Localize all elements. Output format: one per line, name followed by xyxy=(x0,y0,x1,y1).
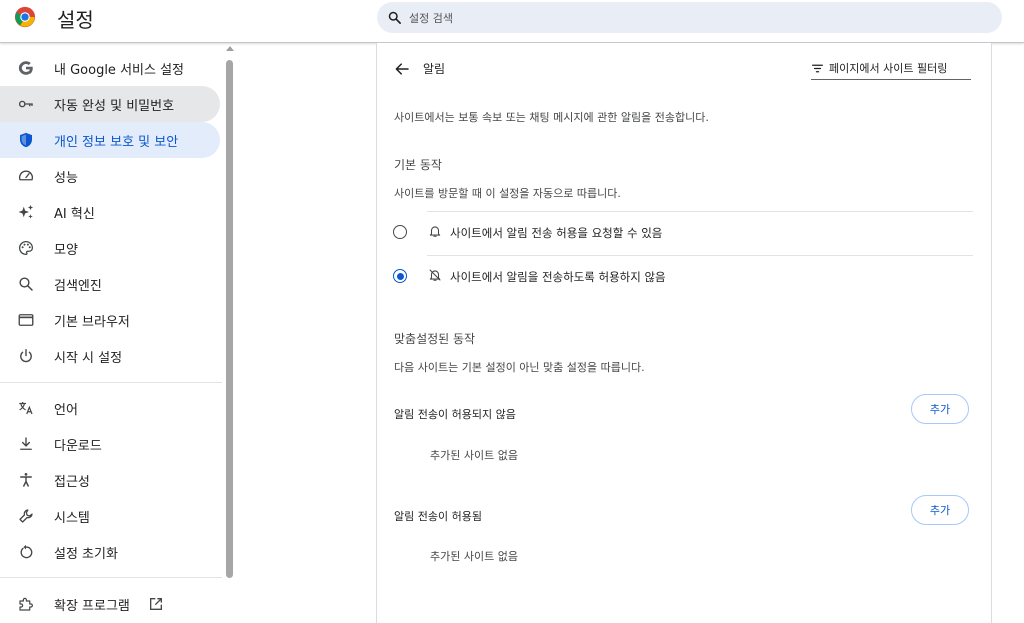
sidebar-item-label: 접근성 xyxy=(54,475,90,490)
sidebar-item-on-startup[interactable]: 시작 시 설정 xyxy=(0,338,220,374)
divider xyxy=(427,211,973,212)
browser-window-icon xyxy=(18,314,34,326)
sidebar-item-google-services[interactable]: 내 Google 서비스 설정 xyxy=(0,50,220,86)
app-title: 설정 xyxy=(57,8,94,32)
sidebar-item-reset-settings[interactable]: 설정 초기화 xyxy=(0,534,220,570)
sidebar-item-autofill-passwords[interactable]: 자동 완성 및 비밀번호 xyxy=(0,86,220,122)
radio-block[interactable]: 사이트에서 알림을 전송하도록 허용하지 않음 xyxy=(393,257,973,297)
sidebar-scroll-up-arrow[interactable] xyxy=(226,46,234,51)
notifications-settings-card: 알림 사이트에서는 보통 속보 또는 채팅 메시지에 관한 알림을 전송합니다.… xyxy=(376,43,992,623)
settings-search-box[interactable] xyxy=(377,2,1002,33)
power-icon xyxy=(20,348,32,363)
download-icon xyxy=(20,437,32,450)
sidebar-item-ai-innovations[interactable]: AI 혁신 xyxy=(0,194,220,230)
radio-button[interactable] xyxy=(393,269,407,283)
sidebar-item-appearance[interactable]: 모양 xyxy=(0,230,220,266)
sidebar-item-search-engine[interactable]: 검색엔진 xyxy=(0,266,220,302)
search-icon xyxy=(19,277,33,291)
radio-allow-ask[interactable]: 사이트에서 알림 전송 허용을 요청할 수 있음 xyxy=(393,213,973,253)
add-blocked-site-button[interactable]: 추가 xyxy=(911,394,969,424)
sidebar-item-label: 모양 xyxy=(54,243,78,258)
sidebar-item-label: AI 혁신 xyxy=(54,207,95,222)
sidebar-item-system[interactable]: 시스템 xyxy=(0,498,220,534)
site-filter-input[interactable] xyxy=(827,58,975,78)
sparkle-icon xyxy=(18,204,34,219)
sidebar-item-label: 확장 프로그램 xyxy=(54,599,130,614)
wrench-icon xyxy=(19,509,33,523)
sidebar-divider xyxy=(0,577,222,578)
speedometer-icon xyxy=(18,170,34,181)
radio-label: 사이트에서 알림 전송 허용을 요청할 수 있음 xyxy=(450,226,663,240)
sidebar-item-label: 검색엔진 xyxy=(54,279,102,294)
bell-off-icon xyxy=(429,269,441,281)
allowed-list-empty: 추가된 사이트 없음 xyxy=(430,550,518,563)
custom-behavior-description: 다음 사이트는 기본 설정이 아닌 맞춤 설정을 따릅니다. xyxy=(394,361,645,374)
sidebar-item-label: 설정 초기화 xyxy=(54,547,118,562)
sidebar-item-label: 개인 정보 보호 및 보안 xyxy=(54,135,179,150)
sidebar-item-label: 시스템 xyxy=(54,511,90,526)
sidebar-item-label: 내 Google 서비스 설정 xyxy=(54,63,184,78)
sidebar-scrollbar-thumb[interactable] xyxy=(226,60,233,578)
blocked-list-title: 알림 전송이 허용되지 않음 xyxy=(394,408,516,421)
settings-search-input[interactable] xyxy=(407,6,971,30)
sidebar-item-languages[interactable]: 언어 xyxy=(0,390,220,426)
filter-icon xyxy=(812,64,823,73)
open-in-new-icon xyxy=(150,598,162,610)
key-icon xyxy=(18,100,33,108)
top-bar: 설정 xyxy=(0,0,1024,43)
chrome-logo-icon xyxy=(14,6,36,28)
sidebar-item-label: 다운로드 xyxy=(54,439,102,454)
sidebar-item-label: 시작 시 설정 xyxy=(54,351,123,366)
page-title: 알림 xyxy=(423,62,446,76)
add-allowed-site-button[interactable]: 추가 xyxy=(911,495,969,525)
blocked-list-empty: 추가된 사이트 없음 xyxy=(430,449,518,462)
site-filter[interactable] xyxy=(811,57,975,80)
radio-label: 사이트에서 알림을 전송하도록 허용하지 않음 xyxy=(450,270,666,284)
divider xyxy=(427,255,973,256)
sidebar-item-performance[interactable]: 성능 xyxy=(0,158,220,194)
sidebar-item-default-browser[interactable]: 기본 브라우저 xyxy=(0,302,220,338)
custom-behavior-heading: 맞춤설정된 동작 xyxy=(394,332,476,346)
default-behavior-heading: 기본 동작 xyxy=(394,158,442,172)
default-behavior-description: 사이트를 방문할 때 이 설정을 자동으로 따릅니다. xyxy=(394,187,621,200)
sidebar-item-privacy-security[interactable]: 개인 정보 보호 및 보안 xyxy=(0,122,220,158)
sidebar-item-downloads[interactable]: 다운로드 xyxy=(0,426,220,462)
page-description: 사이트에서는 보통 속보 또는 채팅 메시지에 관한 알림을 전송합니다. xyxy=(394,111,709,124)
translate-icon xyxy=(19,402,33,415)
back-arrow-icon[interactable] xyxy=(393,60,411,78)
sidebar-divider xyxy=(0,382,222,383)
sidebar-nav: 내 Google 서비스 설정 자동 완성 및 비밀번호 개인 정보 보호 및 … xyxy=(0,43,236,617)
sidebar-item-label: 언어 xyxy=(54,403,78,418)
puzzle-icon xyxy=(19,597,33,611)
radio-button[interactable] xyxy=(393,225,407,239)
sidebar-item-label: 성능 xyxy=(54,171,78,186)
palette-icon xyxy=(18,240,34,256)
sidebar-item-accessibility[interactable]: 접근성 xyxy=(0,462,220,498)
bell-icon xyxy=(429,226,441,237)
accessibility-icon xyxy=(20,473,32,487)
google-g-icon xyxy=(18,61,33,75)
reset-icon xyxy=(20,544,33,559)
allowed-list-title: 알림 전송이 허용됨 xyxy=(394,510,482,523)
search-icon xyxy=(388,11,401,24)
shield-icon xyxy=(20,132,32,148)
sidebar-item-label: 기본 브라우저 xyxy=(54,315,130,330)
sidebar-item-label: 자동 완성 및 비밀번호 xyxy=(54,99,175,114)
